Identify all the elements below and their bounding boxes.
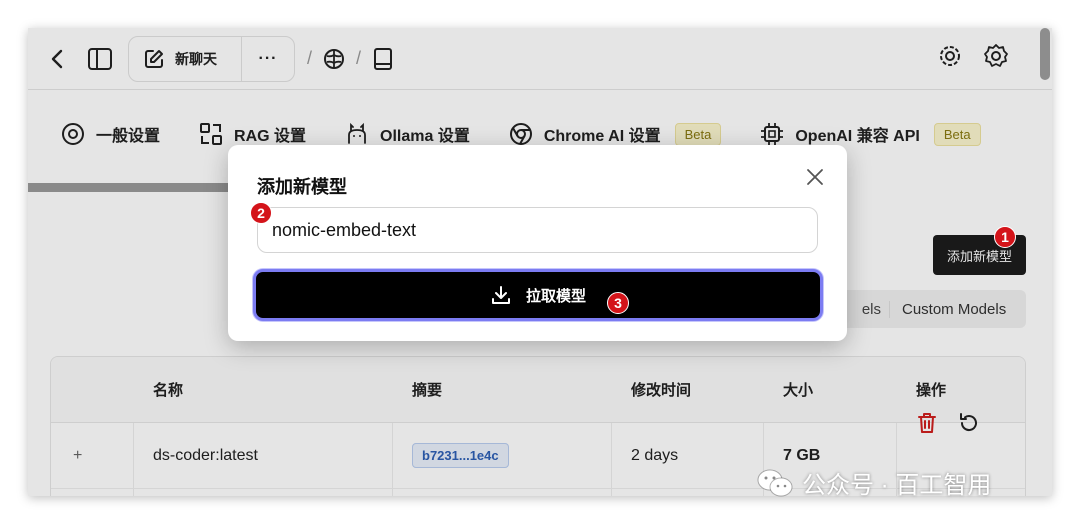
step-badge-3: 3 — [607, 292, 629, 314]
pull-model-label: 拉取模型 — [525, 287, 586, 305]
step-badge-1: 1 — [994, 226, 1016, 248]
watermark: 公众号 · 百工智用 — [756, 465, 991, 500]
wechat-icon — [757, 469, 793, 496]
model-name-input[interactable] — [257, 207, 818, 253]
download-icon — [491, 286, 510, 304]
close-icon — [807, 169, 823, 185]
pull-model-button[interactable]: 拉取模型 — [253, 269, 823, 321]
add-model-dialog: 添加新模型 拉取模型 — [228, 145, 847, 341]
step-badge-2: 2 — [250, 202, 272, 224]
watermark-text: 公众号 · 百工智用 — [802, 472, 992, 499]
close-button[interactable] — [805, 167, 825, 187]
dialog-title: 添加新模型 — [257, 177, 347, 197]
